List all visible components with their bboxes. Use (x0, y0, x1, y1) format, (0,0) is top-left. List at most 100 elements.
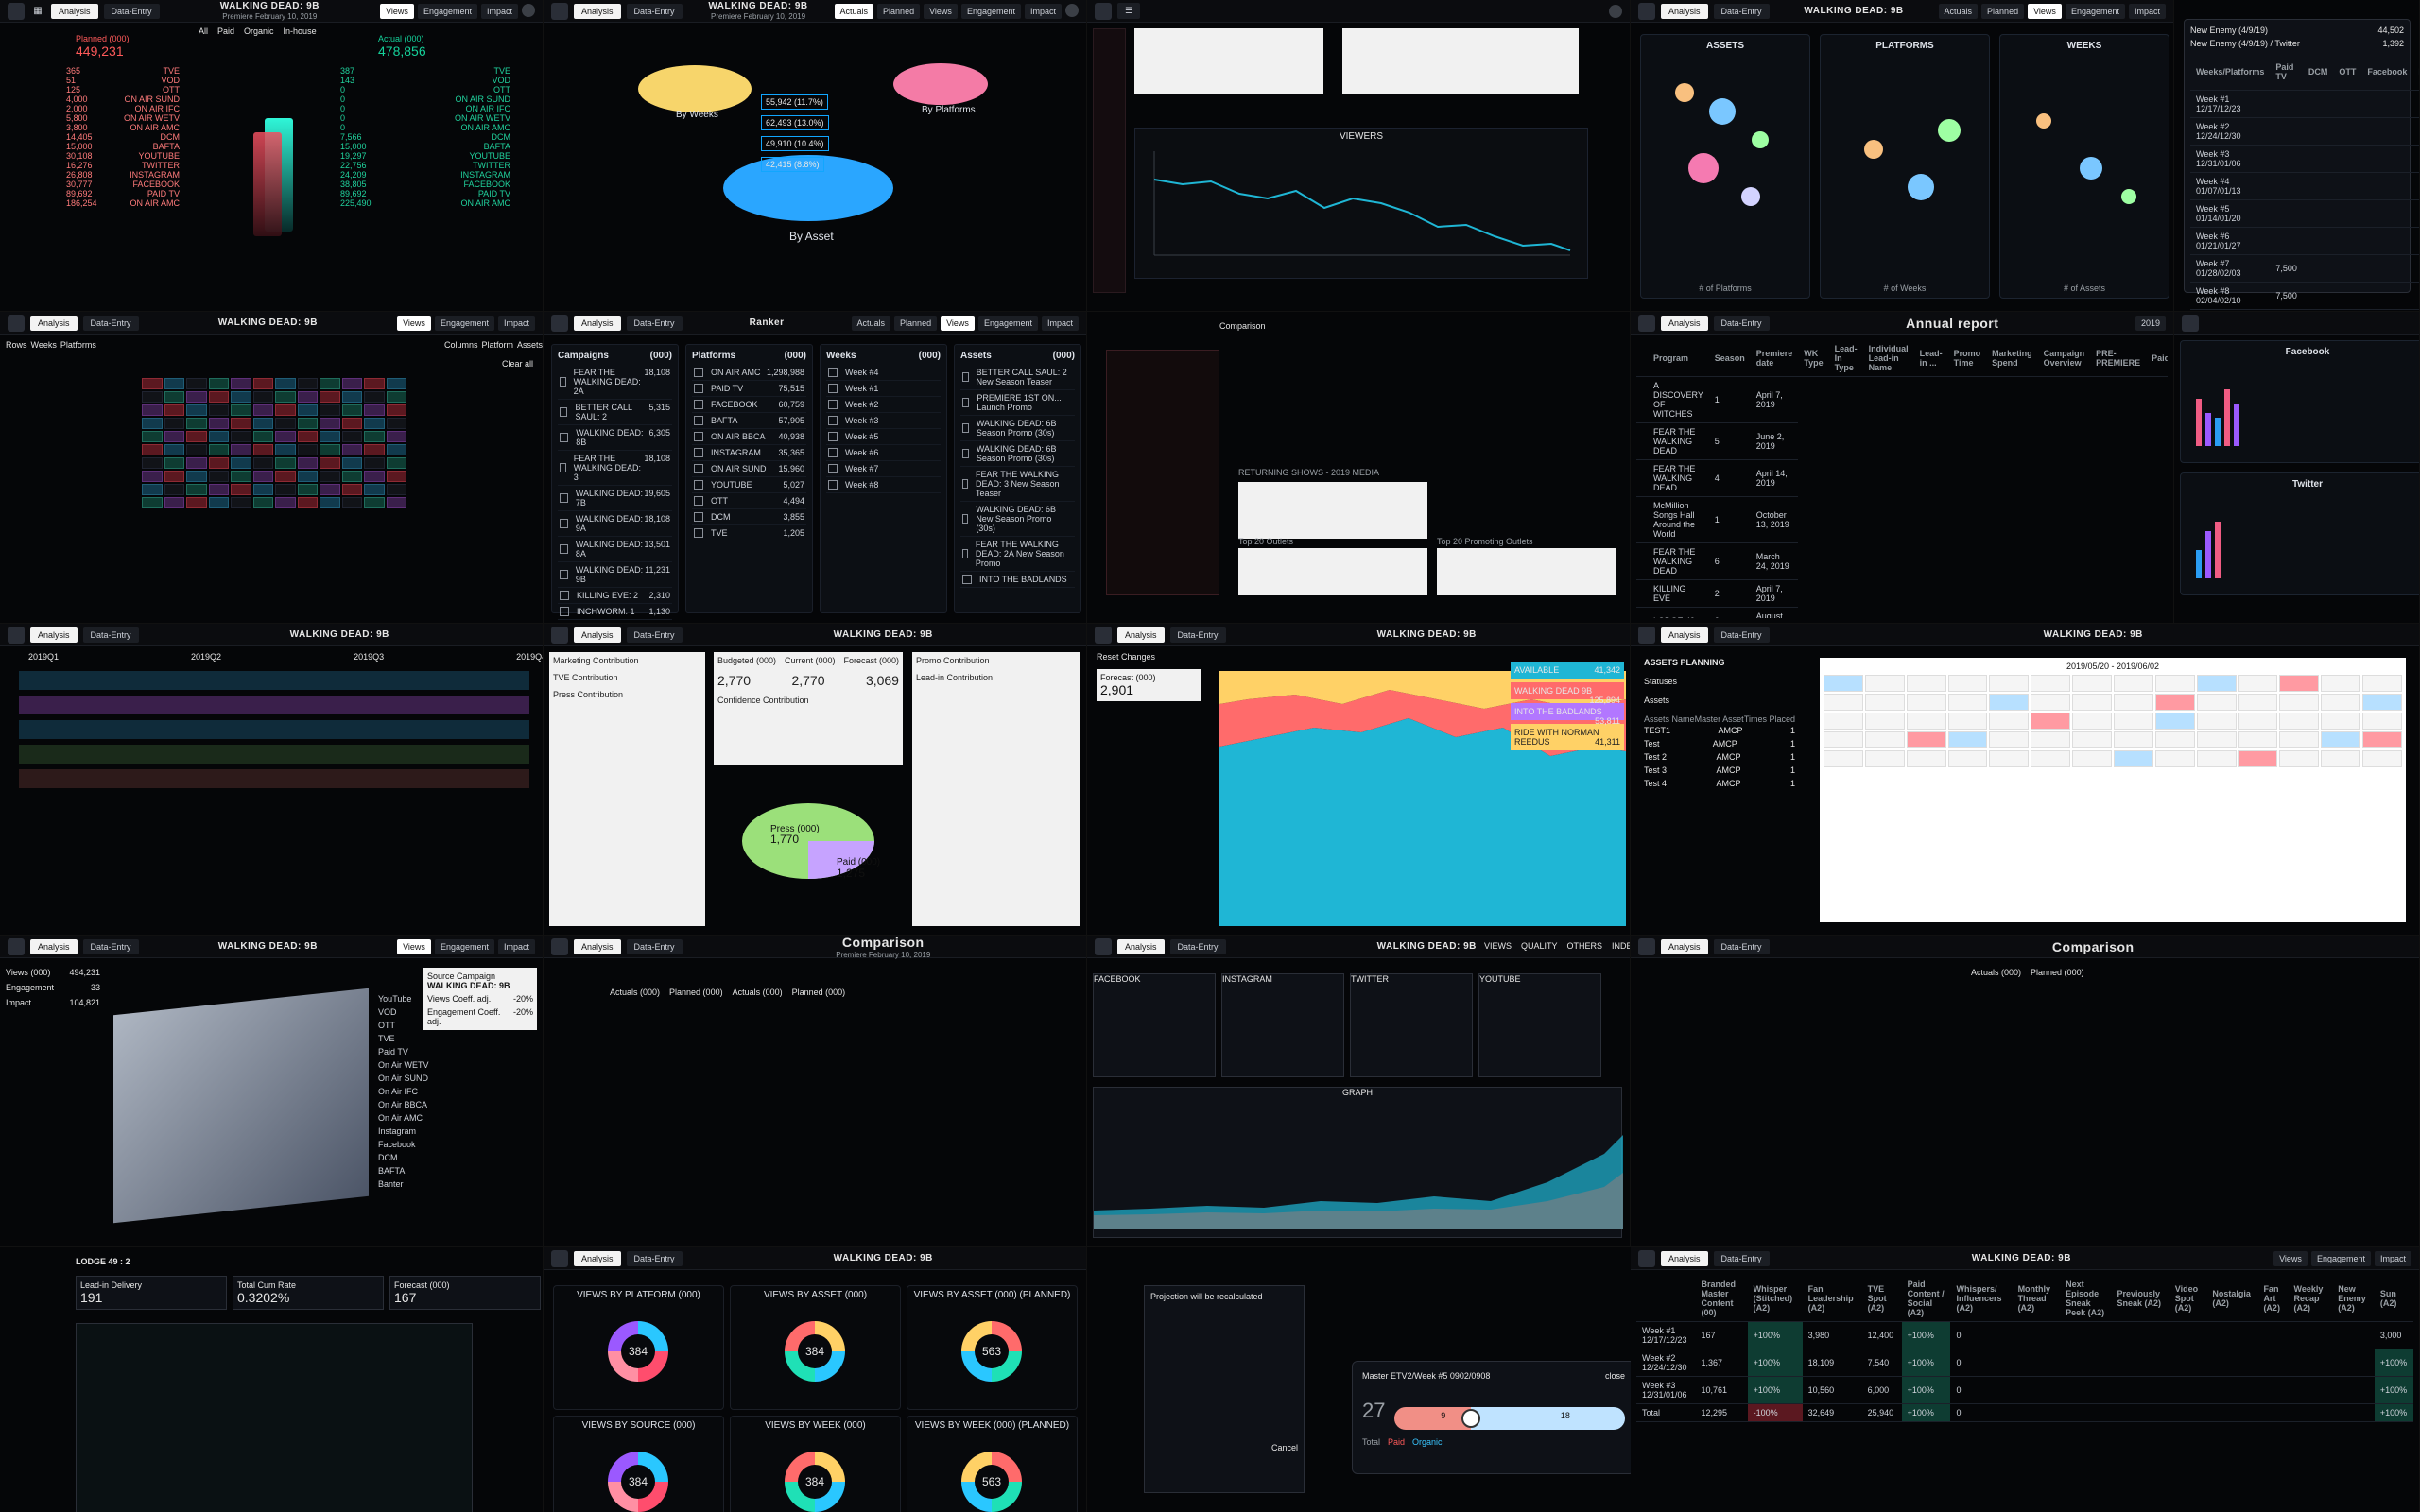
reset-changes-button[interactable]: Reset Changes (1097, 652, 1201, 662)
rank-item[interactable]: Week #8 (826, 477, 941, 493)
tab-planned[interactable]: Planned (894, 315, 938, 331)
asset-row[interactable]: Test 4 AMCP 1 (1644, 777, 1795, 790)
analysis-button[interactable]: Analysis (1117, 938, 1165, 954)
rank-item[interactable]: BETTER CALL SAUL: 2 New Season Teaser (960, 365, 1075, 390)
calendar-cell[interactable] (1824, 694, 1863, 711)
tab-impact[interactable]: Impact (497, 315, 535, 331)
calendar-cell[interactable] (2238, 750, 2278, 767)
asset-row[interactable]: Test 2 AMCP 1 (1644, 750, 1795, 764)
calendar-cell[interactable] (1864, 675, 1905, 692)
tab-planned[interactable]: Planned (877, 3, 921, 19)
tab-impact[interactable]: Impact (2128, 3, 2166, 19)
calendar-cell[interactable] (2031, 731, 2071, 748)
calendar-cell[interactable] (2279, 694, 2320, 711)
weekly-row[interactable]: Week #1 12/17/12/23 167 +100% 3,980 12,400 +1… (1636, 1321, 2413, 1349)
calendar-cell[interactable] (1824, 750, 1863, 767)
calendar-cell[interactable] (2154, 731, 2195, 748)
rank-item[interactable]: ON AIR BBCA 40,938 (692, 429, 806, 445)
checkbox-icon[interactable] (560, 407, 568, 417)
data-entry-button[interactable]: Data-Entry (1169, 627, 1226, 643)
tab-engagement[interactable]: Engagement (2065, 3, 2125, 19)
calendar-cell[interactable] (2279, 675, 2320, 692)
tab-impact[interactable]: Impact (1024, 3, 1062, 19)
tab-views[interactable]: Views (397, 315, 431, 331)
tab-engagement[interactable]: Engagement (434, 315, 494, 331)
checkbox-icon[interactable] (828, 400, 838, 409)
menu-pill[interactable]: ☰ (1117, 3, 1141, 19)
calendar-cell[interactable] (1864, 731, 1905, 748)
filter-paid[interactable]: Paid (217, 26, 234, 36)
checkbox-icon[interactable] (560, 493, 568, 503)
calendar-cell[interactable] (2114, 750, 2153, 767)
rank-item[interactable]: WALKING DEAD: 8A 13,501 (558, 537, 672, 562)
weeks-tab[interactable]: Weeks (31, 340, 57, 350)
analysis-button[interactable]: Analysis (30, 627, 78, 643)
checkbox-icon[interactable] (694, 480, 703, 490)
data-entry-button[interactable]: Data-Entry (626, 938, 683, 954)
data-entry-button[interactable]: Data-Entry (1169, 938, 1226, 954)
analysis-button[interactable]: Analysis (574, 1250, 621, 1266)
calendar-cell[interactable] (2031, 750, 2071, 767)
analysis-button[interactable]: Analysis (574, 938, 621, 954)
calendar-cell[interactable] (2238, 675, 2278, 692)
calendar-cell[interactable] (1947, 694, 1988, 711)
data-entry-button[interactable]: Data-Entry (626, 3, 683, 19)
user-avatar[interactable] (1609, 4, 1622, 18)
rank-item[interactable]: WALKING DEAD: 8B 6,305 (558, 425, 672, 451)
report-row[interactable]: FEAR THE WALKING DEAD 4 April 14, 2019 (1636, 459, 2168, 497)
tab-impact[interactable]: Impact (480, 3, 518, 19)
checkbox-icon[interactable] (828, 368, 838, 377)
checkbox-icon[interactable] (828, 432, 838, 441)
analysis-button[interactable]: Analysis (51, 3, 98, 19)
data-entry-button[interactable]: Data-Entry (626, 315, 683, 331)
filter-indexes[interactable]: INDEXES (1612, 941, 1630, 951)
rank-item[interactable]: INTO THE BADLANDS (960, 572, 1075, 588)
tab-engagement[interactable]: Engagement (434, 938, 494, 954)
checkbox-icon[interactable] (560, 570, 568, 579)
calendar-cell[interactable] (2321, 750, 2361, 767)
calendar-cell[interactable] (2114, 675, 2153, 692)
rank-item[interactable]: Week #4 (826, 365, 941, 381)
checkbox-icon[interactable] (694, 464, 703, 473)
checkbox-icon[interactable] (560, 544, 568, 554)
calendar-cell[interactable] (2362, 750, 2402, 767)
calendar-cell[interactable] (2196, 731, 2237, 748)
calendar-cell[interactable] (2362, 731, 2402, 748)
calendar-cell[interactable] (2321, 675, 2361, 692)
data-entry-button[interactable]: Data-Entry (626, 1250, 683, 1266)
analysis-button[interactable]: Analysis (1661, 938, 1708, 954)
rank-item[interactable]: ON AIR SUND 15,960 (692, 461, 806, 477)
calendar-cell[interactable] (2196, 713, 2237, 730)
rank-item[interactable]: Week #5 (826, 429, 941, 445)
checkbox-icon[interactable] (962, 398, 970, 407)
rank-item[interactable]: Week #7 (826, 461, 941, 477)
filter-organic[interactable]: Organic (244, 26, 274, 36)
rank-item[interactable]: BAFTA 57,905 (692, 413, 806, 429)
checkbox-icon[interactable] (694, 512, 703, 522)
user-avatar[interactable] (1065, 3, 1079, 17)
data-entry-button[interactable]: Data-Entry (82, 315, 139, 331)
tab-views[interactable]: Views (2273, 1250, 2308, 1266)
report-row[interactable]: KILLING EVE 2 April 7, 2019 (1636, 579, 2168, 608)
checkbox-icon[interactable] (962, 549, 968, 558)
rank-item[interactable]: FEAR THE WALKING DEAD: 3 New Season Teas… (960, 467, 1075, 502)
calendar-cell[interactable] (2031, 694, 2071, 711)
rank-item[interactable]: WALKING DEAD: 9A 18,108 (558, 511, 672, 537)
analysis-button[interactable]: Analysis (574, 627, 621, 643)
calendar-cell[interactable] (2279, 731, 2320, 748)
rows-tab[interactable]: Rows (6, 340, 27, 350)
checkbox-icon[interactable] (962, 575, 972, 584)
tab-views[interactable]: Views (397, 938, 431, 954)
filter-quality[interactable]: QUALITY (1521, 941, 1558, 951)
calendar-cell[interactable] (1947, 750, 1988, 767)
rank-item[interactable]: PAID TV 75,515 (692, 381, 806, 397)
calendar-cell[interactable] (2362, 675, 2402, 692)
tab-engagement[interactable]: Engagement (417, 3, 477, 19)
tab-views[interactable]: Views (924, 3, 958, 19)
tab-actuals[interactable]: Actuals (851, 315, 891, 331)
rank-item[interactable]: WALKING DEAD: 7B 19,605 (558, 486, 672, 511)
checkbox-icon[interactable] (828, 448, 838, 457)
filter-views[interactable]: VIEWS (1484, 941, 1512, 951)
analysis-button[interactable]: Analysis (1117, 627, 1165, 643)
checkbox-icon[interactable] (694, 384, 703, 393)
